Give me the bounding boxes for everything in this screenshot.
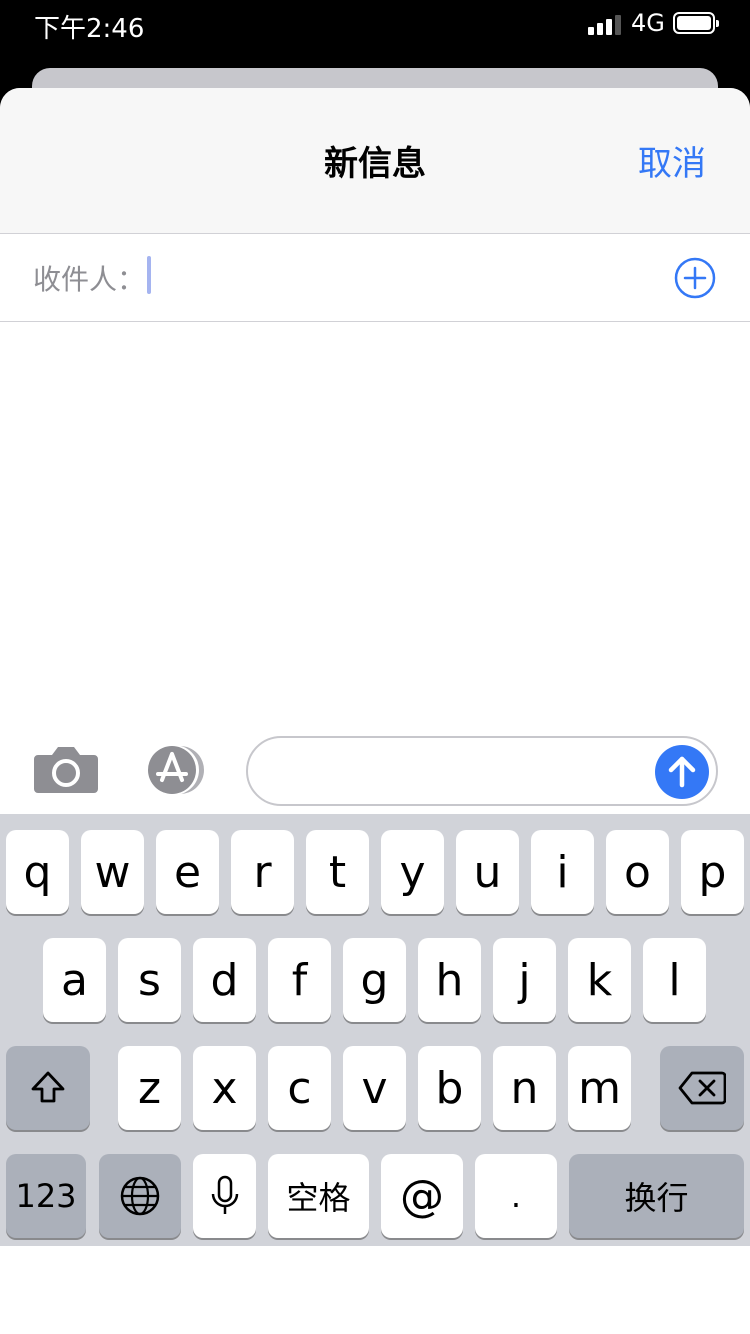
network-type: 4G [631, 9, 665, 37]
key-g[interactable]: g [343, 938, 406, 1022]
at-key[interactable]: @ [381, 1154, 463, 1238]
period-key[interactable]: . [475, 1154, 557, 1238]
keyboard: q w e r t y u i o p a s d f g h j k l z … [0, 818, 750, 1246]
recipient-row[interactable]: 收件人： [0, 234, 750, 322]
key-m[interactable]: m [568, 1046, 631, 1130]
send-button[interactable] [655, 745, 709, 799]
key-v[interactable]: v [343, 1046, 406, 1130]
cancel-button[interactable]: 取消 [638, 136, 706, 185]
key-y[interactable]: y [381, 830, 444, 914]
key-f[interactable]: f [268, 938, 331, 1022]
key-p[interactable]: p [681, 830, 744, 914]
globe-icon [120, 1176, 160, 1216]
key-t[interactable]: t [306, 830, 369, 914]
recipient-label: 收件人： [33, 263, 146, 296]
key-q[interactable]: q [6, 830, 69, 914]
key-l[interactable]: l [643, 938, 706, 1022]
delete-icon [678, 1071, 726, 1105]
microphone-icon [211, 1175, 238, 1214]
key-o[interactable]: o [606, 830, 669, 914]
key-z[interactable]: z [118, 1046, 181, 1130]
key-u[interactable]: u [456, 830, 519, 914]
send-arrow-icon [668, 756, 696, 788]
add-contact-icon[interactable] [674, 257, 716, 299]
key-d[interactable]: d [193, 938, 256, 1022]
numbers-key[interactable]: 123 [6, 1154, 86, 1238]
status-bar: 下午2:46 4G [0, 0, 750, 48]
key-w[interactable]: w [81, 830, 144, 914]
new-message-sheet: 新信息 取消 收件人： q w e r t y u i o p a s d f … [0, 88, 750, 1334]
shift-icon [31, 1071, 65, 1103]
key-a[interactable]: a [43, 938, 106, 1022]
signal-icon [588, 13, 624, 35]
key-e[interactable]: e [156, 830, 219, 914]
nav-bar: 新信息 取消 [0, 88, 750, 234]
space-key[interactable]: 空格 [268, 1154, 369, 1238]
key-r[interactable]: r [231, 830, 294, 914]
key-k[interactable]: k [568, 938, 631, 1022]
message-field[interactable] [246, 736, 718, 806]
text-cursor [147, 256, 151, 294]
key-i[interactable]: i [531, 830, 594, 914]
message-input-bar [0, 728, 750, 818]
battery-icon [673, 12, 719, 34]
key-s[interactable]: s [118, 938, 181, 1022]
globe-key[interactable] [99, 1154, 181, 1238]
camera-icon[interactable] [34, 743, 98, 795]
key-c[interactable]: c [268, 1046, 331, 1130]
return-key[interactable]: 换行 [569, 1154, 744, 1238]
key-x[interactable]: x [193, 1046, 256, 1130]
shift-key[interactable] [6, 1046, 90, 1130]
microphone-key[interactable] [193, 1154, 256, 1238]
key-j[interactable]: j [493, 938, 556, 1022]
key-b[interactable]: b [418, 1046, 481, 1130]
delete-key[interactable] [660, 1046, 744, 1130]
appstore-icon[interactable] [140, 744, 212, 796]
key-n[interactable]: n [493, 1046, 556, 1130]
key-h[interactable]: h [418, 938, 481, 1022]
status-time: 下午2:46 [34, 14, 145, 44]
